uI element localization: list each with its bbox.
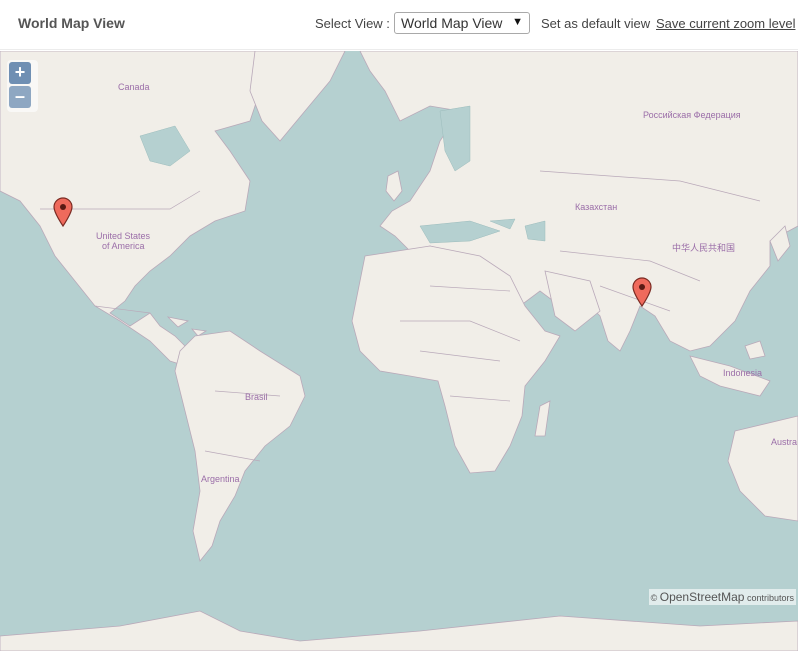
world-map[interactable]: Canada United States of America Российск… [0,51,798,651]
label-indonesia: Indonesia [723,368,763,378]
zoom-out-button[interactable]: – [9,86,31,108]
view-select-value: World Map View [401,15,503,31]
label-canada: Canada [118,82,150,92]
zoom-in-button[interactable]: + [9,62,31,84]
top-bar: World Map View Select View : World Map V… [0,0,798,50]
label-argentina: Argentina [201,474,240,484]
attribution-suffix: contributors [744,593,794,603]
copyright-icon: © [650,593,658,603]
label-usa-line1: United States [96,231,151,241]
page-title: World Map View [18,15,125,31]
map-tiles [0,51,798,651]
label-brazil: Brasil [245,392,268,402]
map-marker-icon[interactable] [52,197,74,227]
map-attribution: © OpenStreetMap contributors [648,589,796,605]
select-view-label: Select View : [315,16,390,31]
set-default-view-link[interactable]: Set as default view [541,16,650,31]
osm-link[interactable]: OpenStreetMap [660,590,745,604]
view-select[interactable]: World Map View ▼ [394,12,530,34]
map-marker-icon[interactable] [631,277,653,307]
zoom-control: + – [7,60,38,112]
label-russia: Российская Федерация [643,110,741,120]
label-usa-line2: of America [102,241,145,251]
label-australia: Austra [771,437,798,447]
label-china: 中华人民共和国 [672,243,736,253]
save-zoom-level-link[interactable]: Save current zoom level [656,16,795,31]
label-kazakhstan: Казахстан [575,202,618,212]
chevron-down-icon: ▼ [512,16,523,28]
